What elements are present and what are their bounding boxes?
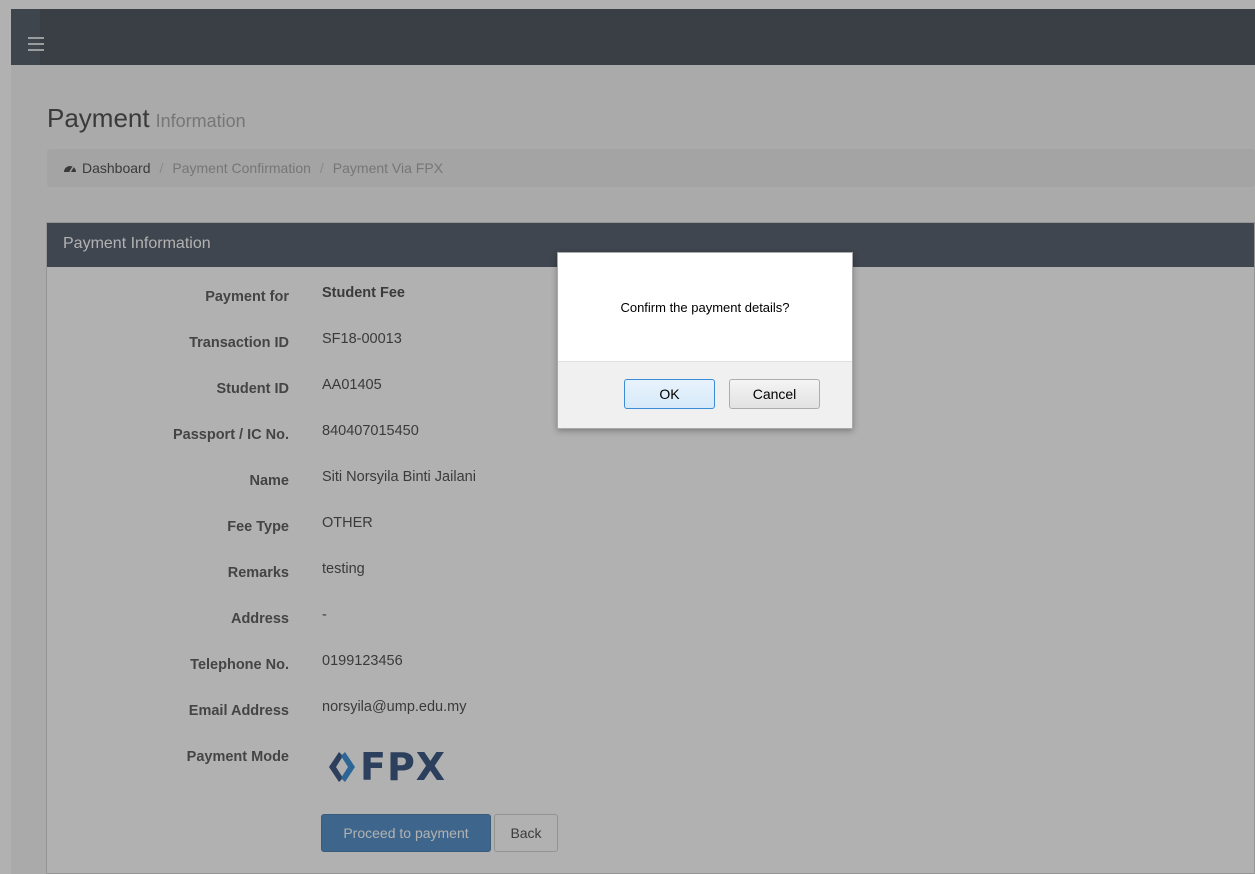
ok-button[interactable]: OK bbox=[624, 379, 715, 409]
dialog-footer: OK Cancel bbox=[558, 361, 852, 428]
cancel-button[interactable]: Cancel bbox=[729, 379, 820, 409]
modal-backdrop bbox=[0, 0, 1255, 874]
confirm-dialog: Confirm the payment details? OK Cancel bbox=[557, 252, 853, 429]
dialog-message: Confirm the payment details? bbox=[620, 299, 790, 315]
